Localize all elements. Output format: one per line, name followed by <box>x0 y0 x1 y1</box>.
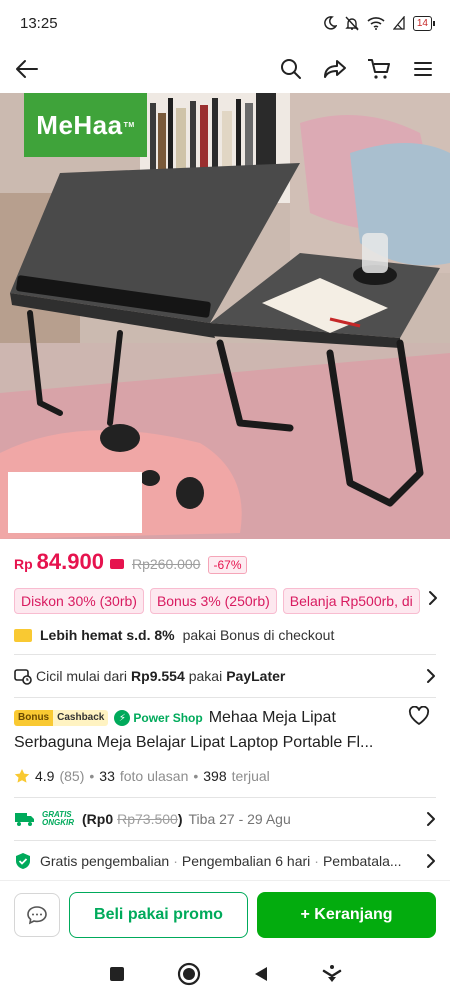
chevron-right-icon <box>427 812 435 826</box>
home-icon[interactable] <box>177 962 201 986</box>
brand-logo-text: MeHaa <box>36 109 123 140</box>
ticket-icon <box>109 559 124 569</box>
search-icon <box>281 59 301 79</box>
power-shop-label: Power Shop <box>133 711 203 725</box>
shipping-eta: Tiba 27 - 29 Agu <box>188 811 291 827</box>
rating-count: (85) <box>59 768 85 784</box>
free-shipping-l2: ONGKIR <box>42 818 74 827</box>
price-original: Rp260.000 <box>131 556 201 572</box>
paylater-row[interactable]: Cicil mulai dari Rp9.554 pakai PayLater <box>14 665 436 687</box>
shipping-price: (Rp0 <box>82 811 114 827</box>
promo-chip[interactable]: Diskon 30% (30rb) <box>14 588 144 614</box>
return-item: Pembatala... <box>322 853 402 869</box>
heart-icon <box>408 705 430 725</box>
cashback-badge-bonus: Bonus <box>14 710 54 726</box>
back-triangle-icon[interactable] <box>252 965 270 983</box>
paylater-mid: pakai <box>188 668 223 684</box>
battery-indicator: 14 <box>412 15 436 31</box>
system-nav-bar <box>0 948 450 1000</box>
buy-with-promo-button[interactable]: Beli pakai promo <box>69 892 248 938</box>
sold-count: 398 <box>203 768 227 784</box>
price-current: 84.900 <box>36 549 104 574</box>
bonus-info: Lebih hemat s.d. 8% pakai Bonus di check… <box>14 625 334 645</box>
status-time: 13:25 <box>20 14 58 32</box>
photo-review-count: 33 <box>99 768 115 784</box>
wifi-icon <box>367 17 385 30</box>
cart-icon <box>368 59 390 79</box>
recent-apps-icon[interactable] <box>108 965 126 983</box>
installment-icon <box>14 669 32 685</box>
return-policy-row[interactable]: Gratis pengembalian · Pengembalian 6 har… <box>14 851 436 871</box>
chat-button[interactable] <box>14 893 60 937</box>
moon-icon <box>324 16 337 30</box>
signal-off-icon <box>392 16 405 30</box>
power-shop-badge: ⚡ Power Shop <box>114 710 203 726</box>
return-item: Pengembalian 6 hari <box>181 853 311 869</box>
price-currency: Rp <box>14 556 33 572</box>
rating-value: 4.9 <box>35 768 55 784</box>
paylater-method: PayLater <box>226 668 286 684</box>
promo-chips: Diskon 30% (30rb) Bonus 3% (250rb) Belan… <box>14 588 450 614</box>
photo-review-label: foto ulasan <box>119 768 189 784</box>
divider <box>14 654 436 655</box>
truck-icon <box>15 813 34 826</box>
paylater-amount: Rp9.554 <box>131 668 185 684</box>
bonus-info-bold: Lebih hemat s.d. 8% <box>40 627 175 643</box>
bottom-action-bar: Beli pakai promo + Keranjang <box>0 880 450 948</box>
share-button[interactable] <box>322 56 348 82</box>
separator-dot: · <box>173 853 178 869</box>
discount-badge: -67% <box>208 556 247 574</box>
cart-button[interactable] <box>366 56 392 82</box>
product-title-line2: Serbaguna Meja Belajar Lipat Laptop Port… <box>14 734 374 751</box>
coin-icon <box>14 628 32 642</box>
product-title-line1: Bonus Cashback ⚡ Power Shop Mehaa Meja L… <box>14 707 336 729</box>
status-icons: 14 <box>323 15 436 31</box>
add-to-cart-button[interactable]: + Keranjang <box>257 892 436 938</box>
promo-chip[interactable]: Belanja Rp500rb, di <box>282 588 420 614</box>
price-row: Rp 84.900 Rp260.000 -67% <box>14 549 247 579</box>
menu-button[interactable] <box>410 56 436 82</box>
bonus-info-text: pakai Bonus di checkout <box>182 627 335 643</box>
mute-bell-icon <box>345 16 359 30</box>
chevron-right-icon <box>427 669 435 683</box>
sold-label: terjual <box>231 768 270 784</box>
wishlist-button[interactable] <box>408 705 430 731</box>
separator-dot: • <box>193 768 199 784</box>
search-button[interactable] <box>278 56 304 82</box>
separator-dot: · <box>314 853 319 869</box>
image-overlay-box <box>8 472 142 533</box>
share-icon <box>324 60 346 78</box>
free-shipping-badge: GRATIS ONGKIR <box>42 811 74 827</box>
rating-row[interactable]: 4.9 (85) • 33 foto ulasan • 398 terjual <box>14 767 270 785</box>
cashback-badge: Bonus Cashback <box>14 710 109 726</box>
brand-logo: MeHaa TM <box>24 93 147 157</box>
star-icon <box>14 769 30 783</box>
separator-dot: • <box>89 768 95 784</box>
product-title-text: Mehaa Meja Lipat <box>208 709 336 726</box>
arrow-left-icon <box>16 60 38 78</box>
cashback-badge-label: Cashback <box>53 710 109 726</box>
hamburger-menu-icon <box>414 62 432 76</box>
back-button[interactable] <box>14 56 40 82</box>
divider <box>14 840 436 841</box>
shipping-row[interactable]: GRATIS ONGKIR (Rp0 Rp73.500 ) Tiba 27 - 2… <box>14 809 436 829</box>
assistant-icon[interactable] <box>321 964 343 984</box>
chevron-right-icon <box>427 854 435 868</box>
promo-chip[interactable]: Bonus 3% (250rb) <box>149 588 277 614</box>
shipping-close-paren: ) <box>177 811 183 827</box>
power-shop-icon: ⚡ <box>114 710 131 726</box>
return-item: Gratis pengembalian <box>40 853 170 869</box>
shield-check-icon <box>16 853 30 869</box>
top-nav <box>0 46 450 92</box>
status-bar: 13:25 14 <box>0 0 450 46</box>
chevron-right-icon[interactable] <box>428 590 438 606</box>
product-image[interactable]: MeHaa TM <box>0 93 450 539</box>
divider <box>14 797 436 798</box>
shipping-original-price: Rp73.500 <box>117 811 178 827</box>
divider <box>14 697 436 698</box>
paylater-prefix: Cicil mulai dari <box>36 668 128 684</box>
chat-icon <box>27 906 47 925</box>
